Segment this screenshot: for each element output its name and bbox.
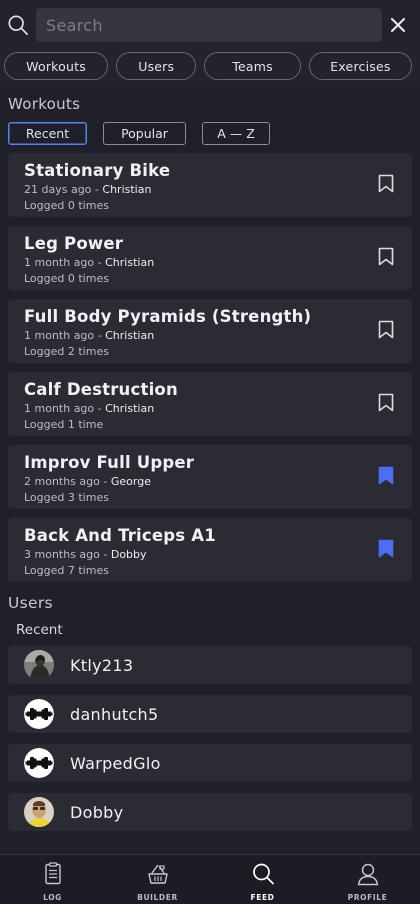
workout-name: Back And Triceps A1 (24, 526, 216, 545)
bookmark-icon[interactable] (378, 393, 394, 412)
dumbbell-avatar (24, 748, 54, 778)
nav-feed[interactable]: FEED (210, 855, 315, 904)
bookmark-icon[interactable] (378, 174, 394, 193)
face-avatar (24, 797, 54, 827)
workout-name: Improv Full Upper (24, 453, 195, 472)
workout-ago: 1 month ago (24, 256, 95, 269)
workout-name: Leg Power (24, 234, 124, 253)
meta-separator: - (99, 548, 111, 561)
workout-card[interactable]: Stationary Bike 21 days ago - Christian … (8, 153, 412, 217)
filter-az-button[interactable]: A — Z (202, 122, 270, 145)
user-name: Dobby (70, 802, 124, 822)
workout-name: Calf Destruction (24, 380, 178, 399)
filter-popular-button[interactable]: Popular (103, 122, 186, 145)
close-button[interactable] (384, 11, 412, 39)
workout-card[interactable]: Back And Triceps A1 3 months ago - Dobby… (8, 518, 412, 582)
workout-author[interactable]: Christian (102, 183, 151, 196)
workout-meta: 3 months ago - Dobby (24, 548, 412, 562)
bookmark-icon[interactable] (378, 539, 394, 558)
users-section-title: Users (8, 594, 53, 612)
tab-workouts[interactable]: Workouts (4, 52, 109, 80)
tab-teams[interactable]: Teams (204, 52, 301, 80)
workout-ago: 2 months ago (24, 475, 100, 488)
workout-author[interactable]: Dobby (111, 548, 147, 561)
user-row[interactable]: Dobby (8, 793, 412, 831)
meta-separator: - (94, 402, 106, 415)
builder-basket-icon (145, 861, 171, 891)
workout-author[interactable]: Christian (105, 329, 154, 342)
workouts-section-title: Workouts (8, 95, 81, 113)
workout-card[interactable]: Calf Destruction 1 month ago - Christian… (8, 372, 412, 436)
dumbbell-avatar (24, 699, 54, 729)
workout-logged-count: Logged 0 times (24, 199, 109, 212)
workout-logged-count: Logged 0 times (24, 272, 109, 285)
filter-recent-button[interactable]: Recent (8, 122, 87, 145)
meta-separator: - (94, 256, 106, 269)
workout-author[interactable]: Christian (105, 402, 154, 415)
workout-logged-count: Logged 1 time (24, 418, 104, 431)
user-row[interactable]: Ktly213 (8, 646, 412, 684)
nav-builder[interactable]: BUILDER (105, 855, 210, 904)
nav-label: FEED (250, 893, 275, 902)
tab-exercises[interactable]: Exercises (308, 52, 412, 80)
meta-separator: - (99, 475, 111, 488)
workout-ago: 21 days ago (24, 183, 92, 196)
photo-avatar (24, 650, 54, 680)
tab-users[interactable]: Users (116, 52, 197, 80)
workout-sort-filters: Recent Popular A — Z (0, 122, 420, 145)
search-icon[interactable] (7, 14, 29, 36)
close-icon (391, 18, 405, 32)
workout-list: Stationary Bike 21 days ago - Christian … (0, 153, 420, 582)
nav-label: LOG (43, 893, 62, 902)
meta-separator: - (94, 329, 106, 342)
user-name: Ktly213 (70, 655, 134, 675)
user-row[interactable]: WarpedGlo (8, 744, 412, 782)
workout-ago: 1 month ago (24, 402, 95, 415)
workout-meta: 2 months ago - George (24, 475, 412, 489)
bottom-navigation: LOG BUILDER FEED PROFILE (0, 854, 420, 904)
person-icon (355, 861, 381, 891)
clipboard-icon (40, 861, 66, 891)
workout-logged-count: Logged 3 times (24, 491, 109, 504)
workout-logged-count: Logged 2 times (24, 345, 109, 358)
meta-separator: - (91, 183, 103, 196)
category-tabs: Workouts Users Teams Exercises (4, 52, 412, 88)
search-box[interactable] (36, 8, 382, 42)
nav-log[interactable]: LOG (0, 855, 105, 904)
workout-meta: 21 days ago - Christian (24, 183, 412, 197)
nav-label: PROFILE (347, 893, 388, 902)
workout-meta: 1 month ago - Christian (24, 256, 412, 270)
search-row (8, 8, 412, 42)
workout-card[interactable]: Full Body Pyramids (Strength) 1 month ag… (8, 299, 412, 363)
workout-author[interactable]: George (111, 475, 151, 488)
nav-label: BUILDER (137, 893, 178, 902)
workout-logged-count: Logged 7 times (24, 564, 109, 577)
users-recent-label: Recent (16, 622, 63, 638)
workout-meta: 1 month ago - Christian (24, 329, 412, 343)
workout-ago: 3 months ago (24, 548, 100, 561)
bookmark-icon[interactable] (378, 247, 394, 266)
search-input[interactable] (46, 15, 382, 35)
bookmark-icon[interactable] (378, 320, 394, 339)
workout-card[interactable]: Improv Full Upper 2 months ago - George … (8, 445, 412, 509)
workout-name: Full Body Pyramids (Strength) (24, 307, 312, 326)
nav-profile[interactable]: PROFILE (315, 855, 420, 904)
workout-author[interactable]: Christian (105, 256, 154, 269)
workout-ago: 1 month ago (24, 329, 95, 342)
bookmark-icon[interactable] (378, 466, 394, 485)
header: Workouts Users Teams Exercises (0, 0, 420, 88)
user-list: Ktly213 danhutch5 WarpedGlo Dobby (0, 646, 420, 831)
workout-card[interactable]: Leg Power 1 month ago - Christian Logged… (8, 226, 412, 290)
user-row[interactable]: danhutch5 (8, 695, 412, 733)
user-name: WarpedGlo (70, 753, 161, 773)
workout-meta: 1 month ago - Christian (24, 402, 412, 416)
user-name: danhutch5 (70, 704, 159, 724)
workout-name: Stationary Bike (24, 161, 171, 180)
search-icon (250, 861, 276, 891)
